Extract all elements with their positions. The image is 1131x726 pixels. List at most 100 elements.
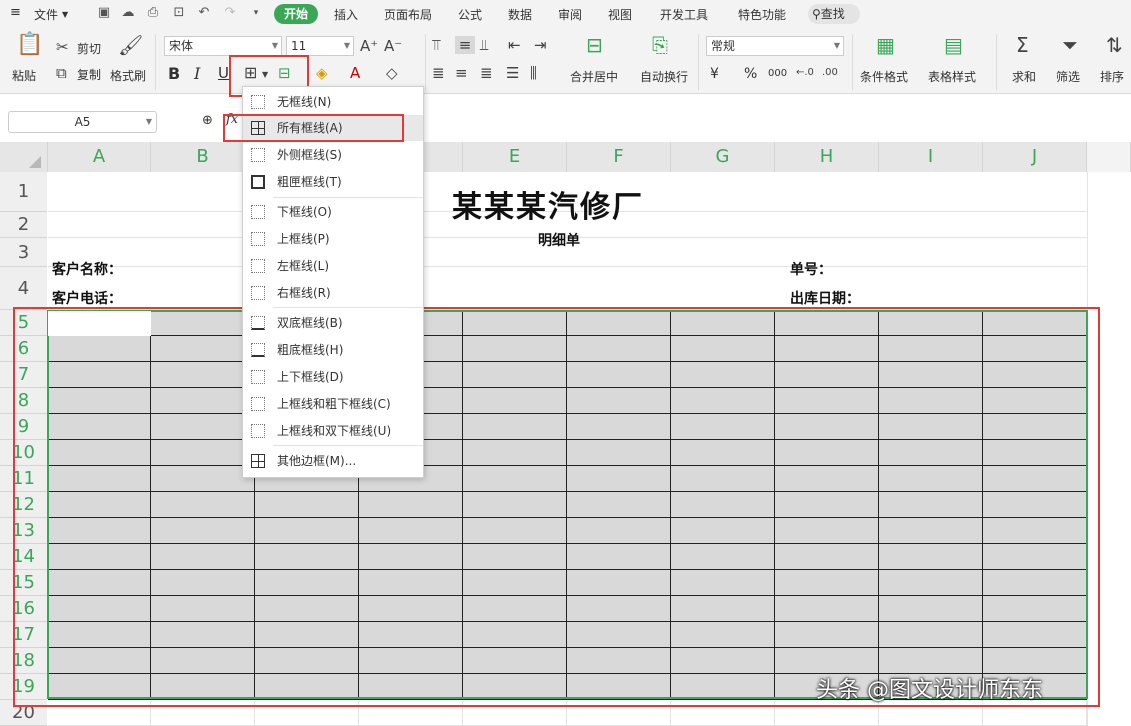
tab-view[interactable]: 视图 [608,6,632,23]
number-format-select[interactable]: 常规 ▼ [706,36,844,56]
print-icon[interactable]: ⎙ [145,5,161,21]
print-preview-icon[interactable]: ⊡ [171,5,187,21]
cell[interactable] [775,212,879,238]
row-header[interactable]: 2 [0,212,47,238]
cell[interactable] [879,172,983,212]
cell[interactable] [48,212,151,238]
font-size-select[interactable]: 11 ▼ [286,36,354,56]
column-header[interactable]: B [151,142,255,172]
distributed-icon[interactable]: ⫼ [530,64,537,82]
tab-formula[interactable]: 公式 [458,6,482,23]
cell[interactable] [151,267,255,310]
column-header[interactable]: H [775,142,879,172]
border-menu-item[interactable]: 外侧框线(S) [243,142,423,168]
decrease-decimal-icon[interactable]: .00 [822,64,838,82]
table-style-icon[interactable]: ▤ [944,35,963,55]
cell[interactable] [671,238,775,267]
border-menu-item[interactable]: 粗匣框线(T) [243,169,423,195]
tab-developer[interactable]: 开发工具 [660,6,708,23]
tab-page-layout[interactable]: 页面布局 [384,6,432,23]
column-header[interactable]: I [879,142,983,172]
zoom-icon[interactable]: ⊕ [202,113,213,128]
tab-home[interactable]: 开始 [274,4,318,24]
chevron-down-icon[interactable]: ▼ [62,10,68,19]
font-name-select[interactable]: 宋体 ▼ [164,36,282,56]
cell[interactable] [671,267,775,310]
menu-icon[interactable]: ≡ [10,5,21,20]
file-menu[interactable]: 文件 [34,6,58,23]
font-color-icon[interactable]: A [350,64,360,82]
eraser-icon[interactable]: ◇ [386,64,398,82]
thousands-button[interactable]: 000 [768,68,787,79]
name-box[interactable]: A5 ▼ [8,111,157,133]
cell[interactable] [48,172,151,212]
sum-button[interactable]: 求和 [1012,68,1036,85]
underline-button[interactable]: U [218,64,229,82]
align-top-icon[interactable]: ⫪ [432,36,440,54]
decrease-font-icon[interactable]: A⁻ [384,37,402,55]
row-header[interactable]: 3 [0,238,47,267]
wrap-text-button[interactable]: 自动换行 [640,68,688,85]
copy-icon[interactable]: ⧉ [56,64,67,82]
filter-button[interactable]: 筛选 [1056,68,1080,85]
redo-icon[interactable]: ↷ [222,5,238,21]
tab-data[interactable]: 数据 [508,6,532,23]
cell[interactable] [983,212,1087,238]
merge-center-icon[interactable]: ⊟ [586,35,603,55]
format-painter-icon[interactable]: 🖌 [118,35,143,55]
save-icon[interactable]: ▣ [96,5,112,21]
sort-icon[interactable]: ⇅ [1106,35,1123,55]
cell[interactable] [983,172,1087,212]
increase-font-icon[interactable]: A⁺ [360,37,378,55]
indent-increase-icon[interactable]: ⇥ [534,36,547,54]
cell[interactable] [775,172,879,212]
cell[interactable] [983,267,1087,310]
sum-icon[interactable]: Σ [1016,35,1029,55]
conditional-format-icon[interactable]: ▦ [876,35,895,55]
border-menu-item[interactable]: 其他边框(M)... [243,448,423,474]
cell[interactable] [879,267,983,310]
tab-review[interactable]: 审阅 [558,6,582,23]
cell[interactable] [879,238,983,267]
column-header[interactable]: G [671,142,775,172]
cell[interactable] [151,238,255,267]
table-style-button[interactable]: 表格样式 [928,68,976,85]
customize-icon[interactable]: ▾ [248,5,264,21]
increase-decimal-icon[interactable]: ←.0 [796,64,814,82]
row-header[interactable]: 4 [0,267,47,310]
border-menu-item[interactable]: 上下框线(D) [243,364,423,390]
border-menu-item[interactable]: 下框线(O) [243,199,423,225]
justify-icon[interactable]: ☰ [506,64,519,82]
cell[interactable] [151,212,255,238]
cut-button[interactable]: 剪切 [77,40,101,57]
border-menu-item[interactable]: 上框线和双下框线(U) [243,418,423,444]
conditional-format-button[interactable]: 条件格式 [860,68,908,85]
paste-icon[interactable]: 📋 [16,34,43,56]
percent-button[interactable]: % [744,66,757,82]
border-menu-item[interactable]: 粗底框线(H) [243,337,423,363]
fill-color-icon[interactable]: ◈ [316,64,328,82]
tab-insert[interactable]: 插入 [334,6,358,23]
align-left-icon[interactable]: ≣ [432,64,445,82]
column-header[interactable]: A [48,142,151,172]
filter-icon[interactable]: ⏷ [1062,35,1078,55]
format-painter-button[interactable]: 格式刷 [110,67,146,84]
cell[interactable] [463,267,567,310]
paste-button[interactable]: 粘贴 [12,67,36,84]
align-center-icon[interactable]: ≡ [455,64,468,82]
column-header[interactable]: F [567,142,671,172]
cell[interactable] [567,267,671,310]
select-all-corner[interactable] [0,142,48,172]
border-menu-item[interactable]: 右框线(R) [243,280,423,306]
column-header[interactable]: E [463,142,567,172]
currency-button[interactable]: ¥ [710,66,719,82]
bold-button[interactable]: B [168,64,180,83]
copy-button[interactable]: 复制 [77,66,101,83]
cell[interactable] [671,212,775,238]
align-right-icon[interactable]: ≣ [480,64,493,82]
border-menu-item[interactable]: 左框线(L) [243,253,423,279]
italic-button[interactable]: I [194,64,200,83]
sort-button[interactable]: 排序 [1100,68,1124,85]
border-menu-item[interactable]: 上框线和粗下框线(C) [243,391,423,417]
column-header[interactable]: J [983,142,1087,172]
